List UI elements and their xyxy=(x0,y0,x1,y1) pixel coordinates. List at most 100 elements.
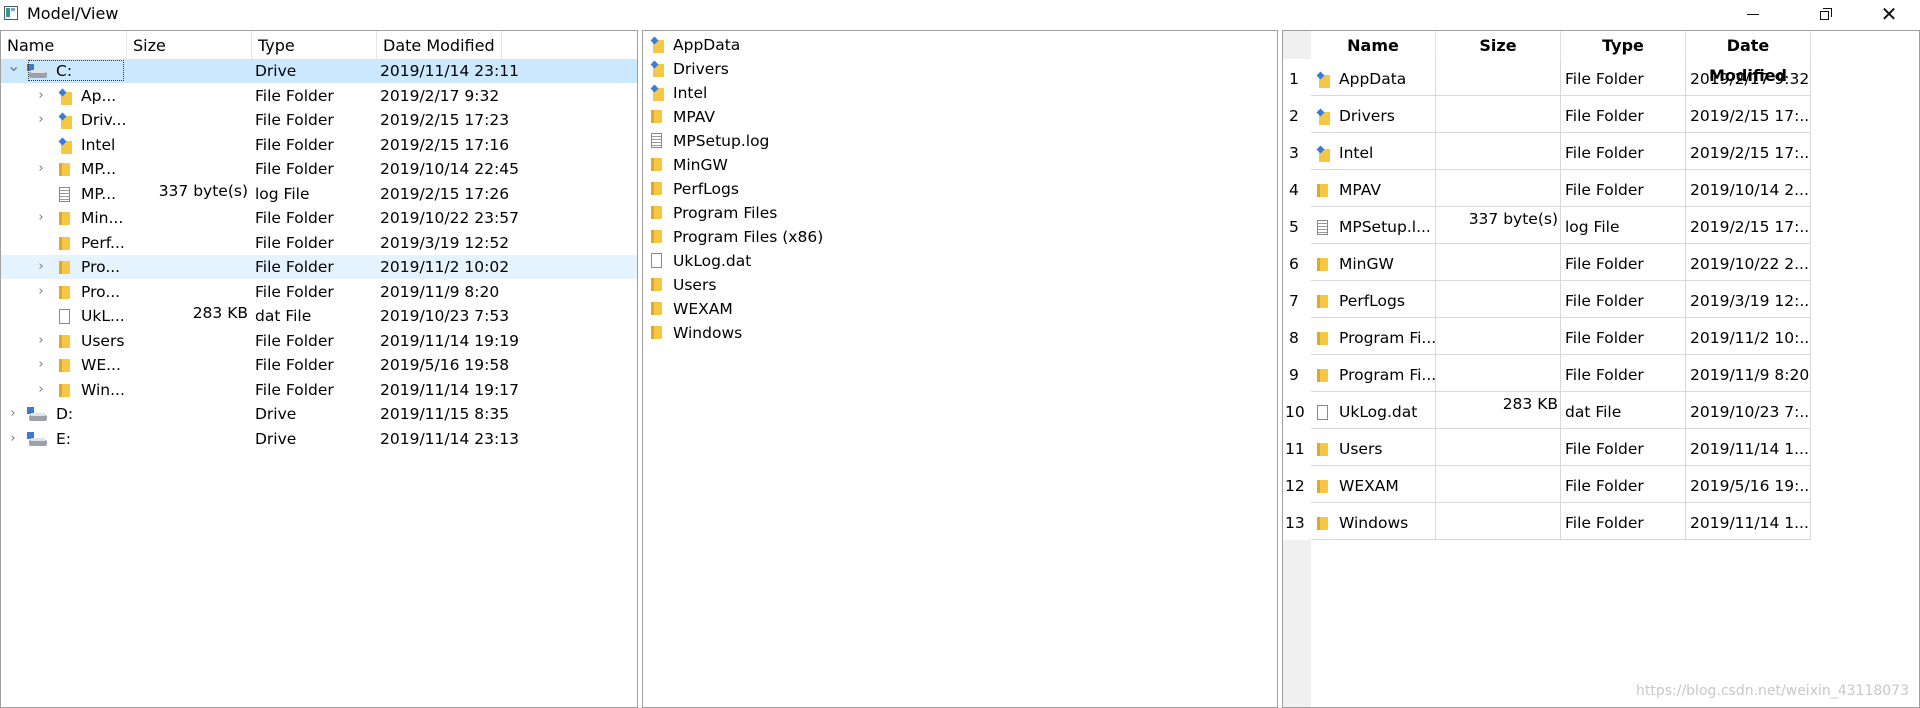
table-cell-name[interactable]: Windows xyxy=(1311,503,1436,540)
list-view[interactable]: AppData Drivers Intel MPAV MPSetup.log MinGW P… xyxy=(642,30,1278,708)
table-cell-size[interactable] xyxy=(1436,59,1561,96)
row-number[interactable]: 12 xyxy=(1283,466,1311,503)
table-cell-type[interactable]: File Folder xyxy=(1561,96,1686,133)
tree-row[interactable]: MP... 337 byte(s) log File 2019/2/15 17:26 xyxy=(1,182,637,206)
table-cell-name[interactable]: PerfLogs xyxy=(1311,281,1436,318)
table-cell-size[interactable] xyxy=(1436,429,1561,466)
tree-row[interactable]: › Win... File Folder 2019/11/14 19:17 xyxy=(1,378,637,402)
table-cell-size[interactable] xyxy=(1436,244,1561,281)
tree-row[interactable]: › D: Drive 2019/11/15 8:35 xyxy=(1,402,637,426)
table-header-size[interactable]: Size xyxy=(1436,31,1561,59)
table-cell-type[interactable]: File Folder xyxy=(1561,281,1686,318)
table-cell-type[interactable]: File Folder xyxy=(1561,59,1686,96)
table-cell-type[interactable]: File Folder xyxy=(1561,503,1686,540)
table-cell-type[interactable]: dat File xyxy=(1561,392,1686,429)
table-cell-size[interactable]: 283 KB xyxy=(1436,392,1561,429)
tree-header-type[interactable]: Type xyxy=(252,31,377,59)
table-cell-date[interactable]: 2019/11/14 1... xyxy=(1686,429,1811,466)
tree-row[interactable]: › MP... File Folder 2019/10/14 22:45 xyxy=(1,157,637,181)
table-cell-name[interactable]: WEXAM xyxy=(1311,466,1436,503)
row-number[interactable]: 9 xyxy=(1283,355,1311,392)
table-cell-size[interactable] xyxy=(1436,281,1561,318)
tree-row[interactable]: › E: Drive 2019/11/14 23:13 xyxy=(1,427,637,451)
row-number[interactable]: 8 xyxy=(1283,318,1311,355)
table-cell-name[interactable]: Drivers xyxy=(1311,96,1436,133)
tree-row[interactable]: › Driv... File Folder 2019/2/15 17:23 xyxy=(1,108,637,132)
table-cell-name[interactable]: Intel xyxy=(1311,133,1436,170)
chevron-right-icon[interactable]: › xyxy=(35,329,47,353)
tree-row[interactable]: › Ap... File Folder 2019/2/17 9:32 xyxy=(1,84,637,108)
tree-row[interactable]: ⌄ C: Drive 2019/11/14 23:11 xyxy=(1,58,637,83)
tree-row[interactable]: › WE... File Folder 2019/5/16 19:58 xyxy=(1,353,637,377)
chevron-right-icon[interactable]: › xyxy=(35,255,47,279)
table-cell-date[interactable]: 2019/11/2 10:... xyxy=(1686,318,1811,355)
chevron-right-icon[interactable]: › xyxy=(35,84,47,108)
table-cell-type[interactable]: File Folder xyxy=(1561,244,1686,281)
chevron-right-icon[interactable]: › xyxy=(35,206,47,230)
table-cell-date[interactable]: 2019/11/9 8:20 xyxy=(1686,355,1811,392)
table-cell-name[interactable]: UkLog.dat xyxy=(1311,392,1436,429)
row-number[interactable]: 13 xyxy=(1283,503,1311,540)
restore-button[interactable] xyxy=(1803,0,1849,28)
tree-header-name[interactable]: Name xyxy=(1,31,127,59)
table-cell-size[interactable] xyxy=(1436,96,1561,133)
table-cell-name[interactable]: MPSetup.l... xyxy=(1311,207,1436,244)
row-number[interactable]: 2 xyxy=(1283,96,1311,133)
table-cell-name[interactable]: Users xyxy=(1311,429,1436,466)
table-cell-type[interactable]: File Folder xyxy=(1561,429,1686,466)
tree-header-size[interactable]: Size xyxy=(127,31,252,59)
tree-row[interactable]: › Min... File Folder 2019/10/22 23:57 xyxy=(1,206,637,230)
table-cell-type[interactable]: File Folder xyxy=(1561,355,1686,392)
table-cell-name[interactable]: MinGW xyxy=(1311,244,1436,281)
table-cell-date[interactable]: 2019/2/15 17:... xyxy=(1686,207,1811,244)
minimize-button[interactable] xyxy=(1730,0,1776,28)
table-cell-type[interactable]: log File xyxy=(1561,207,1686,244)
table-cell-name[interactable]: Program Fi... xyxy=(1311,318,1436,355)
table-header-type[interactable]: Type xyxy=(1561,31,1686,59)
table-header-name[interactable]: Name xyxy=(1311,31,1436,59)
table-cell-date[interactable]: 2019/10/22 2... xyxy=(1686,244,1811,281)
row-number[interactable]: 11 xyxy=(1283,429,1311,466)
row-number[interactable]: 7 xyxy=(1283,281,1311,318)
table-cell-date[interactable]: 2019/2/15 17:... xyxy=(1686,96,1811,133)
table-cell-size[interactable] xyxy=(1436,466,1561,503)
table-cell-date[interactable]: 2019/5/16 19:... xyxy=(1686,466,1811,503)
chevron-right-icon[interactable]: › xyxy=(35,108,47,132)
table-cell-name[interactable]: Program Fi... xyxy=(1311,355,1436,392)
table-cell-date[interactable]: 2019/10/14 2... xyxy=(1686,170,1811,207)
table-cell-name[interactable]: MPAV xyxy=(1311,170,1436,207)
tree-header-date-modified[interactable]: Date Modified xyxy=(377,31,502,59)
row-number[interactable]: 6 xyxy=(1283,244,1311,281)
table-cell-name[interactable]: AppData xyxy=(1311,59,1436,96)
tree-row[interactable]: UkL... 283 KB dat File 2019/10/23 7:53 xyxy=(1,304,637,328)
table-cell-size[interactable] xyxy=(1436,355,1561,392)
table-cell-size[interactable]: 337 byte(s) xyxy=(1436,207,1561,244)
table-cell-type[interactable]: File Folder xyxy=(1561,318,1686,355)
chevron-right-icon[interactable]: › xyxy=(35,353,47,377)
close-button[interactable]: ✕ xyxy=(1866,0,1912,28)
table-cell-date[interactable]: 2019/2/17 9:32 xyxy=(1686,59,1811,96)
tree-row[interactable]: › Users File Folder 2019/11/14 19:19 xyxy=(1,329,637,353)
row-number[interactable]: 3 xyxy=(1283,133,1311,170)
table-cell-type[interactable]: File Folder xyxy=(1561,466,1686,503)
tree-row[interactable]: Intel File Folder 2019/2/15 17:16 xyxy=(1,133,637,157)
table-cell-size[interactable] xyxy=(1436,133,1561,170)
row-number[interactable]: 5 xyxy=(1283,207,1311,244)
table-cell-size[interactable] xyxy=(1436,503,1561,540)
row-number[interactable]: 1 xyxy=(1283,59,1311,96)
table-header-date-modified[interactable]: Date Modified xyxy=(1686,31,1811,85)
chevron-right-icon[interactable]: › xyxy=(35,157,47,181)
table-view[interactable]: Name Size Type Date Modified 1 AppData Fil… xyxy=(1282,30,1920,708)
row-number[interactable]: 4 xyxy=(1283,170,1311,207)
row-number[interactable]: 10 xyxy=(1283,392,1311,429)
table-cell-size[interactable] xyxy=(1436,318,1561,355)
tree-row[interactable]: › Pro... File Folder 2019/11/2 10:02 xyxy=(1,255,637,279)
chevron-right-icon[interactable]: › xyxy=(35,280,47,304)
chevron-down-icon[interactable]: ⌄ xyxy=(7,58,20,83)
table-cell-date[interactable]: 2019/10/23 7:... xyxy=(1686,392,1811,429)
table-cell-date[interactable]: 2019/11/14 1... xyxy=(1686,503,1811,540)
tree-row[interactable]: › Pro... File Folder 2019/11/9 8:20 xyxy=(1,280,637,304)
tree-row[interactable]: Perf... File Folder 2019/3/19 12:52 xyxy=(1,231,637,255)
table-corner-button[interactable] xyxy=(1283,31,1311,59)
chevron-right-icon[interactable]: › xyxy=(7,402,19,426)
